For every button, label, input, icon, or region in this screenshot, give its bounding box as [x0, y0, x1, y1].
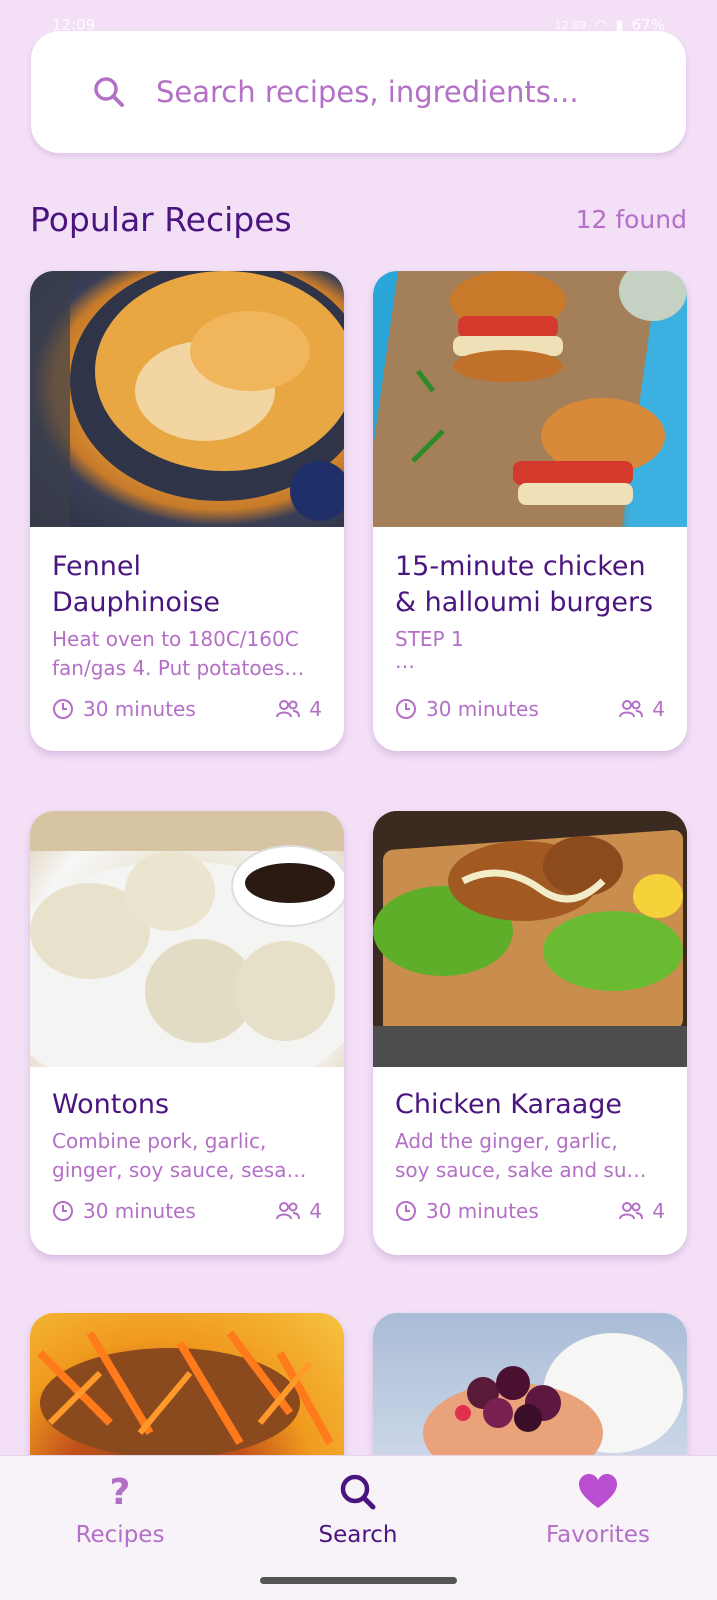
- recipe-title: Chicken Karaage: [395, 1089, 623, 1120]
- recipe-title: Wontons: [52, 1089, 170, 1120]
- servings: 4: [618, 1199, 665, 1223]
- servings-count: 4: [309, 697, 322, 721]
- recipe-meta: 30 minutes 4: [395, 1199, 665, 1227]
- recipe-title-line2: Dauphinoise: [52, 587, 221, 618]
- nav-search-label: Search: [318, 1522, 398, 1548]
- clock-icon: [53, 699, 73, 719]
- recipe-image: [30, 811, 344, 1067]
- servings: 4: [275, 1199, 322, 1223]
- people-icon: [619, 1202, 644, 1220]
- nav-favorites-label: Favorites: [546, 1522, 650, 1548]
- people-icon: [276, 1202, 301, 1220]
- people-icon: [276, 700, 301, 718]
- home-indicator[interactable]: [260, 1577, 457, 1584]
- recipe-description-line2: fan/gas 4. Put potatoes…: [52, 656, 305, 680]
- recipe-meta: 30 minutes 4: [52, 1199, 322, 1227]
- cook-time: 30 minutes: [395, 697, 539, 721]
- recipe-card-chicken-karaage[interactable]: Chicken Karaage Add the ginger, garlic, …: [373, 811, 687, 1255]
- nav-recipes[interactable]: ? Recipes: [30, 1468, 210, 1549]
- recipe-description: Combine pork, garlic,: [52, 1129, 267, 1153]
- recipe-description-line2: ginger, soy sauce, sesa…: [52, 1158, 307, 1182]
- clock-icon: [396, 1201, 416, 1221]
- question-mark-icon: ?: [109, 1471, 131, 1513]
- cook-time-label: 30 minutes: [426, 1199, 539, 1223]
- servings: 4: [618, 697, 665, 721]
- status-bar: 12:09 12.89 ◠ ▮ 67%: [0, 0, 717, 34]
- recipe-image: [373, 271, 687, 527]
- recipe-meta: 30 minutes 4: [395, 697, 665, 725]
- cook-time-label: 30 minutes: [426, 697, 539, 721]
- cook-time-label: 30 minutes: [83, 697, 196, 721]
- cook-time: 30 minutes: [52, 697, 196, 721]
- recipe-meta: 30 minutes 4: [52, 697, 322, 725]
- nav-favorites[interactable]: Favorites: [508, 1468, 688, 1548]
- nav-search[interactable]: Search: [268, 1468, 448, 1548]
- results-count: 12 found: [575, 205, 687, 234]
- clock-icon: [53, 1201, 73, 1221]
- recipe-title: Fennel: [52, 551, 142, 582]
- cook-time-label: 30 minutes: [83, 1199, 196, 1223]
- search-bar[interactable]: [31, 31, 686, 153]
- recipe-image: [373, 811, 687, 1067]
- people-icon: [619, 700, 644, 718]
- recipe-description-line2: …: [395, 649, 415, 673]
- recipe-title-line2: & halloumi burgers: [395, 587, 654, 618]
- search-icon: [94, 77, 124, 107]
- servings-count: 4: [309, 1199, 322, 1223]
- recipe-image: [30, 271, 344, 527]
- servings-count: 4: [652, 1199, 665, 1223]
- recipe-title: 15-minute chicken: [395, 551, 646, 582]
- section-title: Popular Recipes: [30, 200, 292, 239]
- nav-recipes-label: Recipes: [75, 1522, 165, 1548]
- recipe-description-line2: soy sauce, sake and su…: [395, 1158, 647, 1182]
- recipe-card-wontons[interactable]: Wontons Combine pork, garlic, ginger, so…: [30, 811, 344, 1255]
- cook-time: 30 minutes: [395, 1199, 539, 1223]
- recipe-description: Add the ginger, garlic,: [395, 1129, 618, 1153]
- heart-icon: [579, 1474, 617, 1508]
- servings-count: 4: [652, 697, 665, 721]
- search-input[interactable]: [156, 69, 656, 115]
- recipe-card-fennel-dauphinoise[interactable]: Fennel Dauphinoise Heat oven to 180C/160…: [30, 271, 344, 751]
- clock-icon: [396, 699, 416, 719]
- network-speed: 12.89: [554, 18, 587, 32]
- recipe-card-chicken-halloumi-burgers[interactable]: 15-minute chicken & halloumi burgers STE…: [373, 271, 687, 751]
- recipe-description: Heat oven to 180C/160C: [52, 627, 299, 651]
- search-icon: [340, 1474, 376, 1510]
- cook-time: 30 minutes: [52, 1199, 196, 1223]
- servings: 4: [275, 697, 322, 721]
